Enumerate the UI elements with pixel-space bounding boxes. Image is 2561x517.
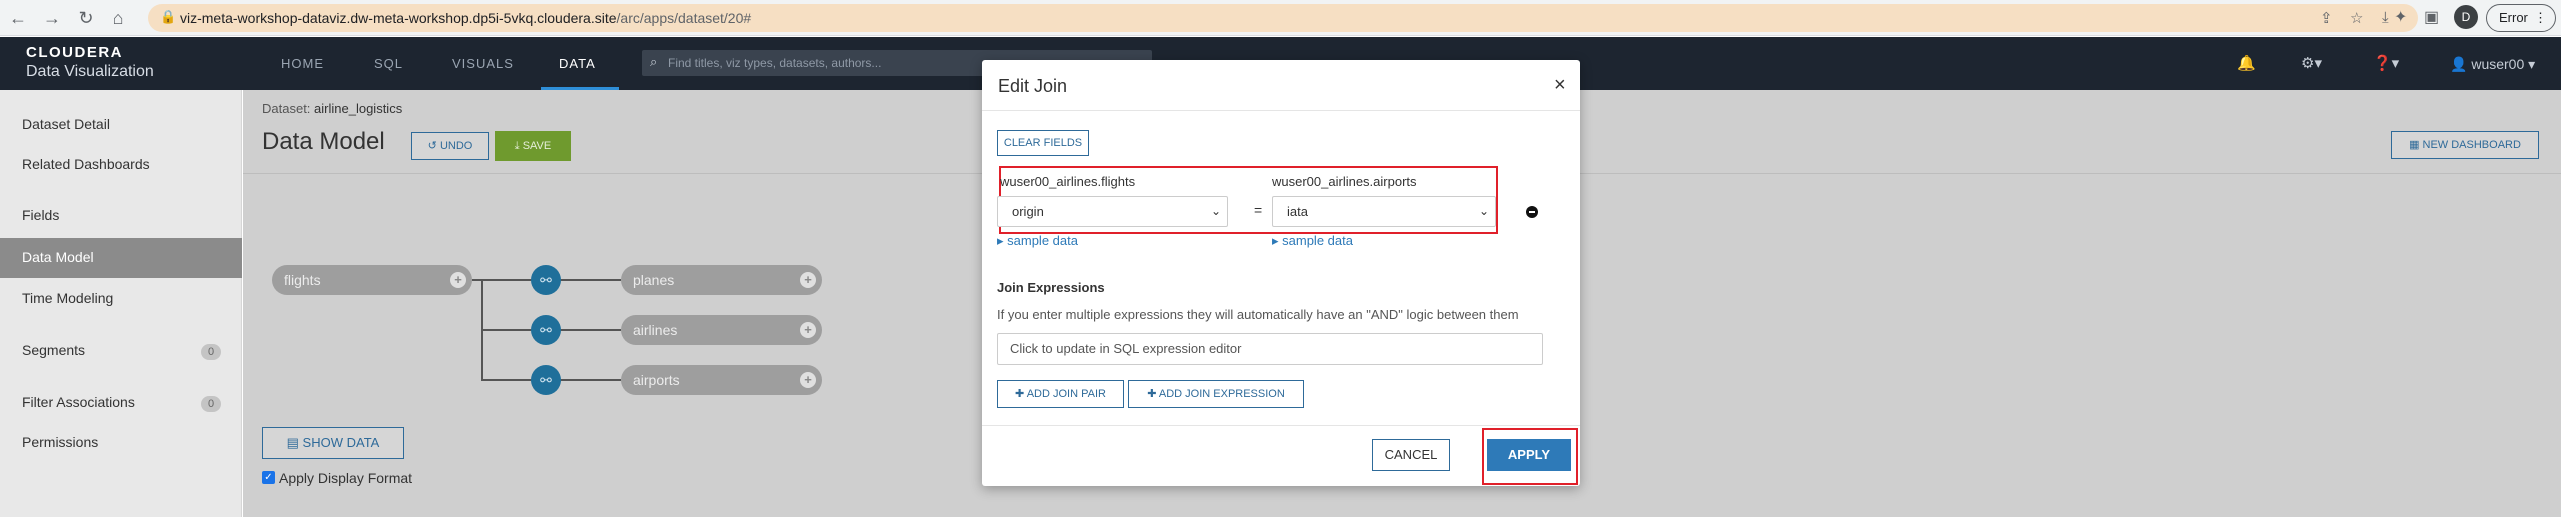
dataset-breadcrumb: Dataset: airline_logistics xyxy=(262,101,403,116)
url-text[interactable]: viz-meta-workshop-dataviz.dw-meta-worksh… xyxy=(180,10,751,26)
add-table-icon[interactable]: + xyxy=(800,272,816,288)
chevron-down-icon: ⌄ xyxy=(1478,204,1489,218)
modal-title: Edit Join xyxy=(998,76,1068,96)
brand-logo[interactable]: CLOUDERA xyxy=(26,44,123,61)
new-dashboard-button[interactable]: ▦ NEW DASHBOARD xyxy=(2391,131,2539,159)
chevron-down-icon: ⌄ xyxy=(1210,204,1221,218)
left-column-select[interactable]: origin ⌄ xyxy=(997,196,1228,227)
left-sample-data-link[interactable]: ▸ sample data xyxy=(997,233,1078,249)
help-icon[interactable]: ❓▾ xyxy=(2373,54,2399,72)
extensions-icon[interactable]: ✦ xyxy=(2394,7,2407,27)
sql-expression-input[interactable]: Click to update in SQL expression editor xyxy=(997,333,1543,365)
join-expressions-heading: Join Expressions xyxy=(997,280,1105,295)
right-column-select[interactable]: iata ⌄ xyxy=(1272,196,1496,227)
sidebar-item-permissions[interactable]: Permissions xyxy=(22,434,98,450)
browser-chrome: ← → ↻ ⌂ 🔒 viz-meta-workshop-dataviz.dw-m… xyxy=(0,0,2561,36)
undo-button[interactable]: ↺ UNDO xyxy=(411,132,489,160)
error-button[interactable]: Error ⋮ xyxy=(2486,4,2556,32)
table-node-planes[interactable]: planes + xyxy=(621,265,822,295)
apply-display-format-checkbox[interactable]: ✓ xyxy=(262,471,275,484)
page-title: Data Model xyxy=(262,128,385,155)
save-button[interactable]: ⤓ SAVE xyxy=(495,131,571,161)
notification-bell-icon[interactable]: 🔔 xyxy=(2237,54,2256,72)
segments-count-badge: 0 xyxy=(201,344,221,360)
side-panel-icon[interactable]: ▣ xyxy=(2424,7,2439,27)
modal-header-divider xyxy=(982,110,1580,111)
search-icon: ⌕ xyxy=(650,54,658,69)
nav-data[interactable]: DATA xyxy=(559,56,596,71)
sidebar-item-filter-associations[interactable]: Filter Associations xyxy=(22,394,135,410)
home-icon[interactable]: ⌂ xyxy=(106,6,130,30)
apply-display-format-label: Apply Display Format xyxy=(279,470,413,486)
settings-gear-icon[interactable]: ⚙▾ xyxy=(2301,54,2322,72)
lock-icon: 🔒 xyxy=(160,9,177,24)
clear-fields-button[interactable]: CLEAR FIELDS xyxy=(997,130,1089,156)
add-join-expression-button[interactable]: ✚ ADD JOIN EXPRESSION xyxy=(1128,380,1304,408)
address-bar[interactable]: 🔒 viz-meta-workshop-dataviz.dw-meta-work… xyxy=(148,4,2418,32)
filter-associations-count-badge: 0 xyxy=(201,396,221,412)
nav-sql[interactable]: SQL xyxy=(374,56,403,71)
menu-dots-icon: ⋮ xyxy=(2534,10,2547,25)
sidebar-item-dataset-detail[interactable]: Dataset Detail xyxy=(22,116,110,132)
add-table-icon[interactable]: + xyxy=(800,372,816,388)
sidebar-item-related-dashboards[interactable]: Related Dashboards xyxy=(22,156,150,172)
sidebar-item-time-modeling[interactable]: Time Modeling xyxy=(22,290,113,306)
brand-subtitle: Data Visualization xyxy=(26,63,154,80)
cancel-button[interactable]: CANCEL xyxy=(1372,439,1450,471)
nav-home[interactable]: HOME xyxy=(281,56,324,71)
user-menu[interactable]: 👤 wuser00 ▾ xyxy=(2450,56,2535,73)
close-icon[interactable]: × xyxy=(1554,74,1566,97)
add-table-icon[interactable]: + xyxy=(450,272,466,288)
apply-button[interactable]: APPLY xyxy=(1487,439,1571,471)
edit-join-modal: Edit Join × CLEAR FIELDS wuser00_airline… xyxy=(982,60,1580,486)
table-node-airports[interactable]: airports + xyxy=(621,365,822,395)
download-icon[interactable]: ⤓ xyxy=(2382,9,2389,26)
modal-footer-divider xyxy=(982,425,1580,426)
left-sidebar: Dataset Detail Related Dashboards Fields… xyxy=(0,90,242,517)
table-node-airlines[interactable]: airlines + xyxy=(621,315,822,345)
profile-avatar[interactable]: D xyxy=(2454,5,2478,29)
left-table-label: wuser00_airlines.flights xyxy=(1000,174,1136,189)
join-operator: = xyxy=(1254,202,1263,218)
join-link-icon[interactable]: ⚯ xyxy=(531,365,561,395)
join-expressions-description: If you enter multiple expressions they w… xyxy=(997,307,1519,322)
add-join-pair-button[interactable]: ✚ ADD JOIN PAIR xyxy=(997,380,1124,408)
sidebar-item-segments[interactable]: Segments xyxy=(22,342,85,358)
back-icon[interactable]: ← xyxy=(6,6,30,30)
bookmark-star-icon[interactable]: ☆ xyxy=(2350,9,2363,27)
show-data-button[interactable]: ▤ SHOW DATA xyxy=(262,427,404,459)
add-table-icon[interactable]: + xyxy=(800,322,816,338)
right-table-label: wuser00_airlines.airports xyxy=(1272,174,1417,189)
share-icon[interactable]: ⇪ xyxy=(2320,9,2333,27)
nav-visuals[interactable]: VISUALS xyxy=(452,56,514,71)
reload-icon[interactable]: ↻ xyxy=(74,6,98,30)
join-link-icon[interactable]: ⚯ xyxy=(531,265,561,295)
sidebar-item-data-model[interactable]: Data Model xyxy=(0,238,242,278)
join-link-icon[interactable]: ⚯ xyxy=(531,315,561,345)
sidebar-item-fields[interactable]: Fields xyxy=(22,207,59,223)
table-node-flights[interactable]: flights + xyxy=(272,265,472,295)
remove-join-pair-icon[interactable] xyxy=(1526,206,1538,218)
right-sample-data-link[interactable]: ▸ sample data xyxy=(1272,233,1353,249)
forward-icon[interactable]: → xyxy=(40,6,64,30)
